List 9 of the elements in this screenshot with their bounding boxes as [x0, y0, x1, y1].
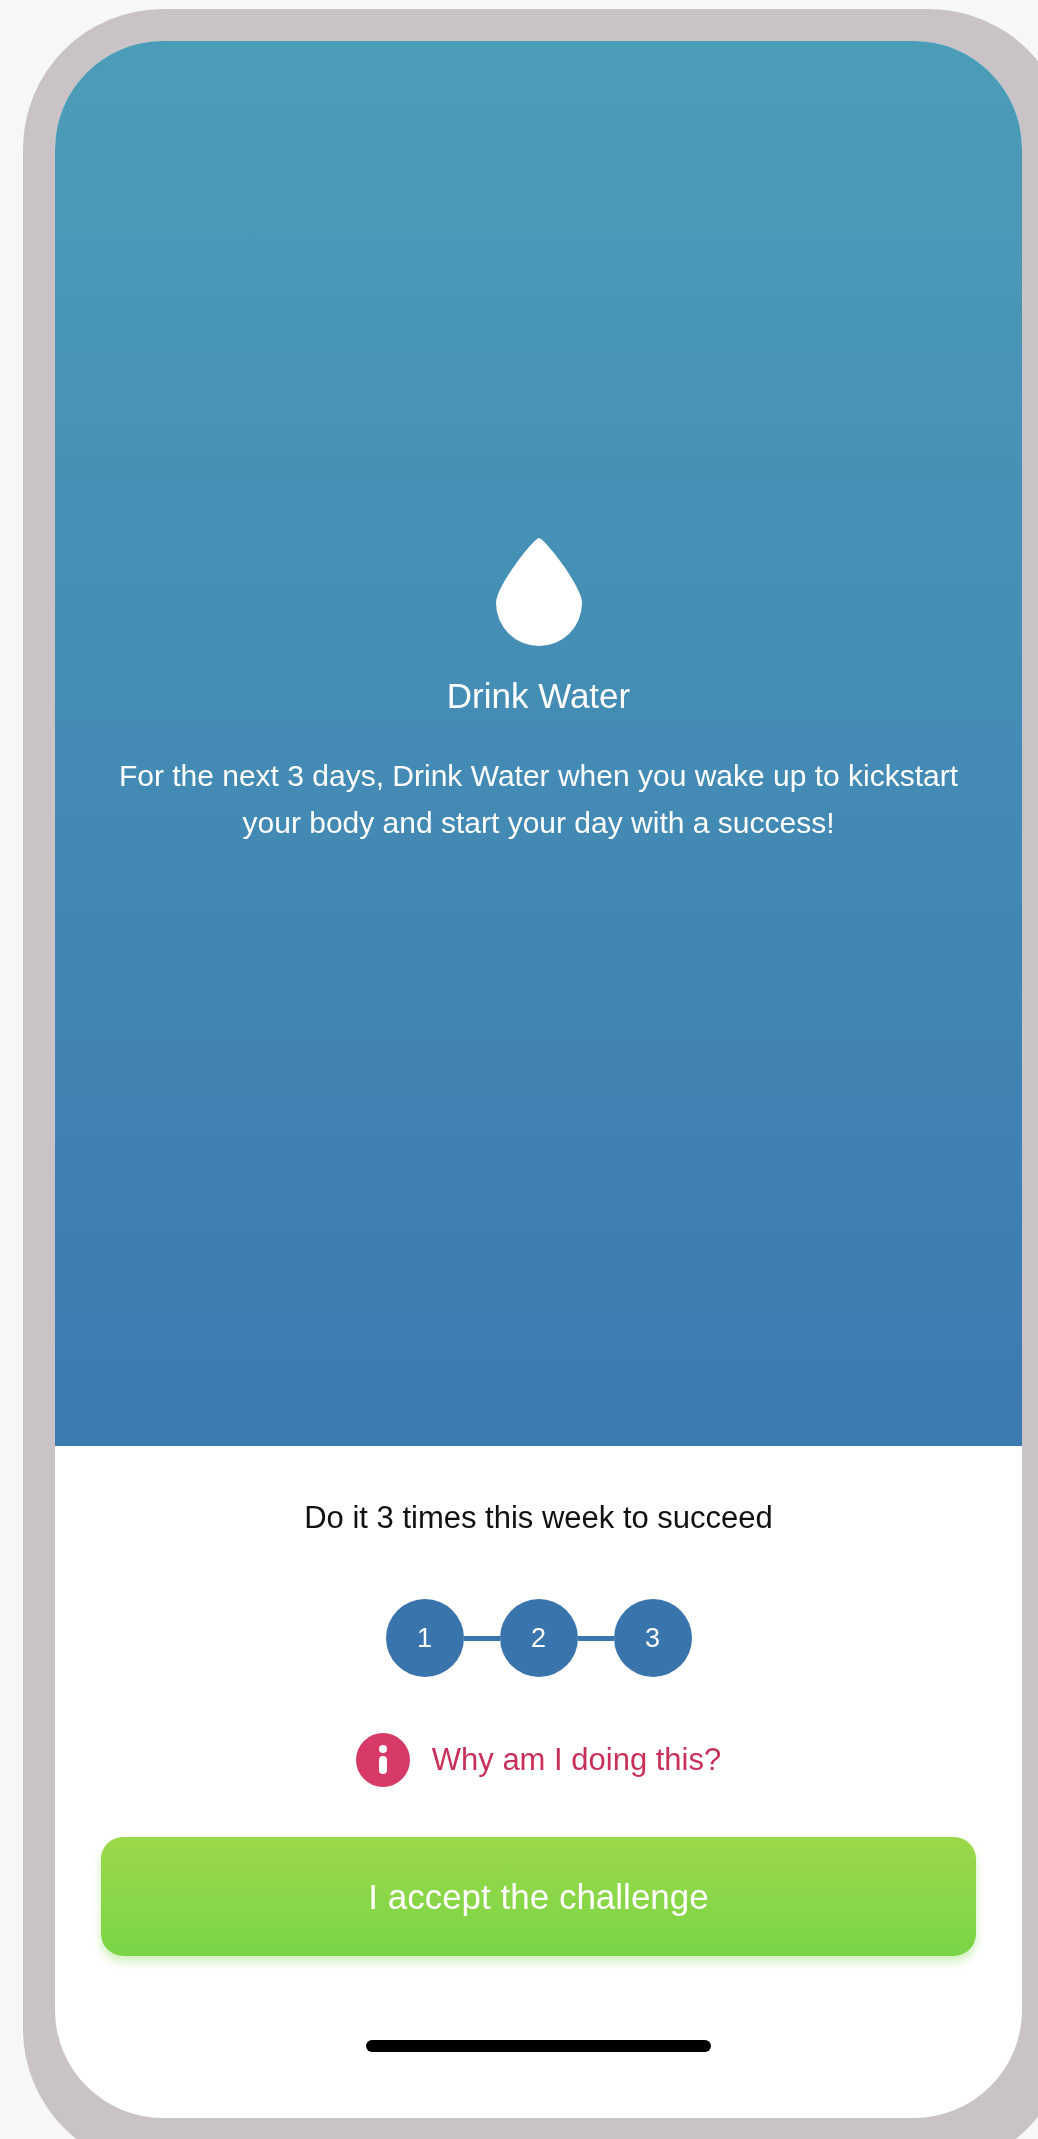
info-icon	[355, 1733, 410, 1787]
challenge-title: Drink Water	[446, 676, 631, 716]
goal-text: Do it 3 times this week to succeed	[304, 1500, 773, 1536]
challenge-description: For the next 3 days, Drink Water when you wake up to kickstart your body and start your day with a success!	[117, 758, 960, 841]
why-link[interactable]: Why am I doing this?	[431, 1742, 722, 1778]
step-circle: 3	[613, 1599, 692, 1677]
water-drop-icon	[495, 536, 582, 646]
step-circle: 1	[385, 1599, 464, 1677]
step-circle: 2	[499, 1599, 578, 1677]
